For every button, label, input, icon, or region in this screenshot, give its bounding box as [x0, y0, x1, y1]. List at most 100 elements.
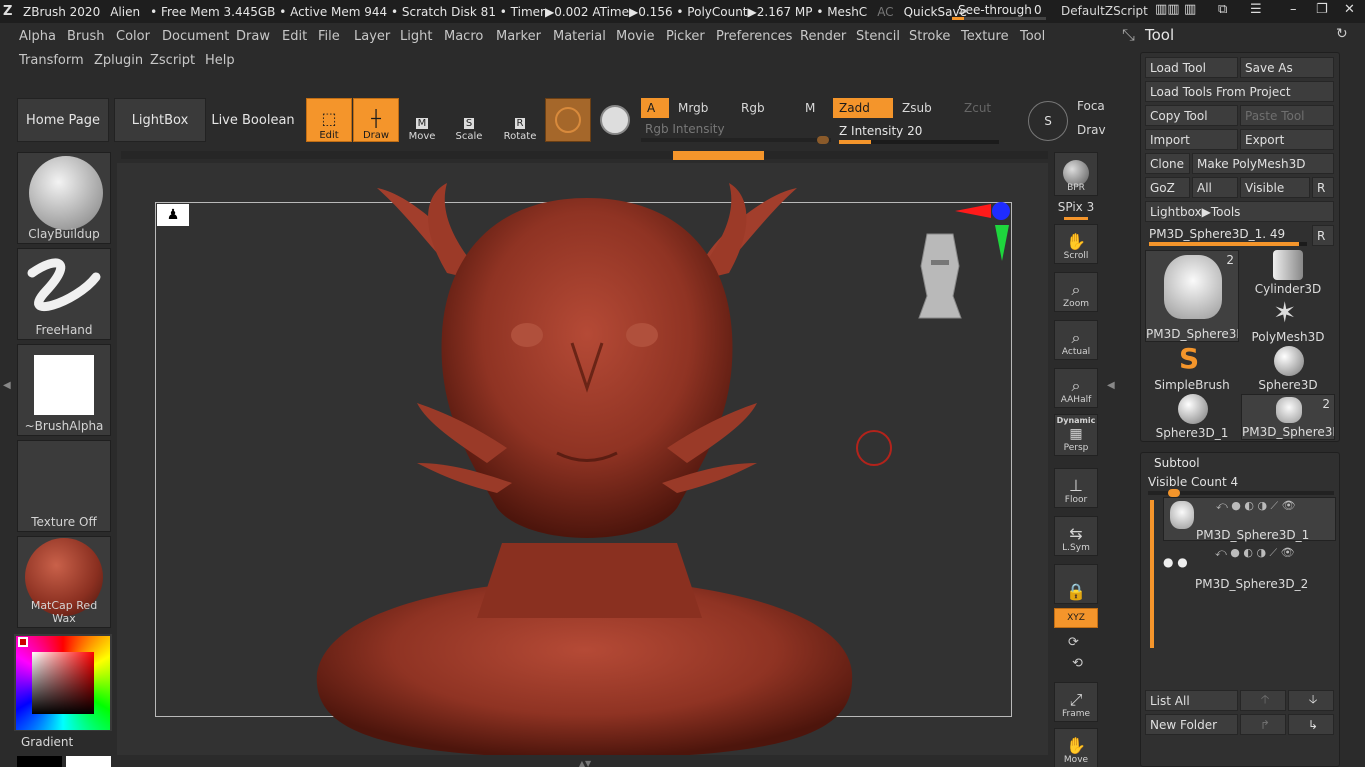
subtool-controls-icon[interactable]: ⤺ ● ◐ ◑ ⟋ 👁 [1216, 499, 1296, 513]
z-rotation-icon[interactable]: ⟲ [1072, 656, 1083, 671]
tool-thumb-sphere3d-1[interactable]: Sphere3D_1 [1145, 394, 1239, 440]
save-as-button[interactable]: Save As [1240, 57, 1334, 78]
minimize-icon[interactable]: – [1290, 2, 1297, 17]
visible-count-field[interactable]: Visible Count 4 [1148, 475, 1238, 489]
tool-thumb-pm3d-sphere3d-2[interactable]: 2 PM3D_Sphere3D [1241, 394, 1335, 440]
secondary-color-swatch[interactable] [17, 756, 62, 767]
aahalf-button[interactable]: ⌕ AAHalf [1054, 368, 1098, 408]
make-polymesh3d-button[interactable]: Make PolyMesh3D [1192, 153, 1334, 174]
current-tool-slider[interactable]: PM3D_Sphere3D_1. 49 [1145, 225, 1310, 246]
menu-draw[interactable]: Draw [236, 29, 270, 44]
menu-zscript[interactable]: Zscript [150, 53, 195, 68]
alpha-selector[interactable]: ~BrushAlpha [17, 344, 111, 436]
lock-button[interactable]: 🔒 [1054, 564, 1098, 604]
focal-shift-dial[interactable]: S [1028, 101, 1068, 141]
tool-thumb-sphere3d[interactable]: Sphere3D [1241, 346, 1335, 392]
clone-button[interactable]: Clone [1145, 153, 1190, 174]
load-tool-button[interactable]: Load Tool [1145, 57, 1238, 78]
goz-visible-button[interactable]: Visible [1240, 177, 1310, 198]
rgb-intensity-slider[interactable] [641, 136, 831, 144]
current-tool-r-button[interactable]: R [1312, 225, 1334, 246]
menu-marker[interactable]: Marker [496, 29, 541, 44]
layout-toggle-icon[interactable]: ▥ [1184, 2, 1196, 17]
subtool-controls-icon[interactable]: ⤺ ● ◐ ◑ ⟋ 👁 [1215, 546, 1295, 560]
left-tray-toggle-icon[interactable]: ◀ [3, 380, 11, 391]
move-up-icon[interactable]: 🡡 [1240, 690, 1286, 711]
see-through-slider[interactable]: See-through 0 [952, 1, 1046, 21]
default-zscript-button[interactable]: DefaultZScript [1061, 4, 1148, 18]
list-all-button[interactable]: List All [1145, 690, 1238, 711]
visible-count-slider[interactable] [1148, 489, 1334, 497]
zcut-button[interactable]: Zcut [958, 98, 998, 118]
move-view-button[interactable]: ✋ Move [1054, 728, 1098, 767]
tool-thumb-cylinder3d[interactable]: Cylinder3D [1241, 250, 1335, 296]
xyz-rotation-button[interactable]: XYZ [1054, 608, 1098, 628]
menu-stencil[interactable]: Stencil [856, 29, 900, 44]
menu-picker[interactable]: Picker [666, 29, 705, 44]
rotate-mode-button[interactable]: R Rotate [497, 98, 543, 142]
subtool-item-pm3d-sphere3d-1[interactable]: ⤺ ● ◐ ◑ ⟋ 👁 PM3D_Sphere3D_1 [1163, 497, 1336, 542]
tool-thumb-pm3d-sphere3d[interactable]: 2 PM3D_Sphere3D [1145, 250, 1239, 342]
subtool-item-pm3d-sphere3d-2[interactable]: ● ● ⤺ ● ◐ ◑ ⟋ 👁 PM3D_Sphere3D_2 [1163, 545, 1336, 591]
primary-color-swatch[interactable] [66, 756, 111, 767]
brush-selector[interactable]: ClayBuildup [17, 152, 111, 244]
undock-icon[interactable]: ⧉ [1218, 2, 1227, 17]
a-button[interactable]: A [641, 98, 669, 118]
menu-help[interactable]: Help [205, 53, 235, 68]
axis-triad-icon[interactable] [953, 199, 1013, 269]
menu-color[interactable]: Color [116, 29, 150, 44]
gizmo-toggle-button[interactable] [596, 101, 634, 139]
menu-material[interactable]: Material [553, 29, 606, 44]
m-button[interactable]: M [799, 98, 829, 118]
subtool-scrollbar[interactable] [1150, 500, 1154, 648]
layout-list-icon[interactable]: ☰ [1250, 2, 1262, 17]
spix-slider[interactable] [1064, 217, 1088, 220]
goz-button[interactable]: GoZ [1145, 177, 1190, 198]
frame-button[interactable]: ⤢ Frame [1054, 682, 1098, 722]
saturation-square[interactable] [32, 652, 94, 714]
material-selector[interactable]: MatCap Red Wax [17, 536, 111, 628]
menu-edit[interactable]: Edit [282, 29, 307, 44]
right-tray-toggle-icon[interactable]: ◀ [1107, 380, 1115, 391]
menu-zplugin[interactable]: Zplugin [94, 53, 143, 68]
menu-light[interactable]: Light [400, 29, 432, 44]
lightbox-button[interactable]: LightBox [114, 98, 206, 142]
zsub-button[interactable]: Zsub [896, 98, 956, 118]
load-tools-from-project-button[interactable]: Load Tools From Project [1145, 81, 1334, 102]
copy-tool-button[interactable]: Copy Tool [1145, 105, 1238, 126]
menu-document[interactable]: Document [162, 29, 229, 44]
mrgb-button[interactable]: Mrgb [672, 98, 732, 118]
close-icon[interactable]: ✕ [1344, 2, 1355, 17]
bottom-tray-toggle-icon[interactable]: ▲▼ [520, 759, 650, 767]
move-mode-button[interactable]: M Move [399, 98, 445, 142]
bpr-button[interactable]: BPR [1054, 152, 1098, 196]
menu-movie[interactable]: Movie [616, 29, 654, 44]
scroll-button[interactable]: ✋ Scroll [1054, 224, 1098, 264]
main-color-swatch[interactable] [18, 637, 28, 647]
scale-mode-button[interactable]: S Scale [446, 98, 492, 142]
actual-button[interactable]: ⌕ Actual [1054, 320, 1098, 360]
edit-mode-button[interactable]: ⬚ Edit [306, 98, 352, 142]
color-picker[interactable] [14, 634, 112, 731]
menu-macro[interactable]: Macro [444, 29, 483, 44]
zadd-button[interactable]: Zadd [833, 98, 893, 118]
sculptris-pro-button[interactable] [545, 98, 591, 142]
tool-thumb-polymesh3d[interactable]: ✶ PolyMesh3D [1241, 296, 1335, 344]
menu-brush[interactable]: Brush [67, 29, 105, 44]
menu-alpha[interactable]: Alpha [19, 29, 56, 44]
menu-render[interactable]: Render [800, 29, 846, 44]
tool-palette-drag-icon[interactable]: ⤡ [1122, 25, 1135, 45]
lightbox-tools-button[interactable]: Lightbox▶Tools [1145, 201, 1334, 222]
move-into-folder-icon[interactable]: ↱ [1240, 714, 1286, 735]
new-folder-button[interactable]: New Folder [1145, 714, 1238, 735]
menu-texture[interactable]: Texture [961, 29, 1009, 44]
tool-thumb-simplebrush[interactable]: S SimpleBrush [1145, 342, 1239, 392]
menu-stroke[interactable]: Stroke [909, 29, 950, 44]
import-button[interactable]: Import [1145, 129, 1238, 150]
rgb-button[interactable]: Rgb [735, 98, 795, 118]
stroke-selector[interactable]: FreeHand [17, 248, 111, 340]
local-symmetry-button[interactable]: ⇆ L.Sym [1054, 516, 1098, 556]
floor-button[interactable]: ⊥ Floor [1054, 468, 1098, 508]
export-button[interactable]: Export [1240, 129, 1334, 150]
menu-preferences[interactable]: Preferences [716, 29, 792, 44]
